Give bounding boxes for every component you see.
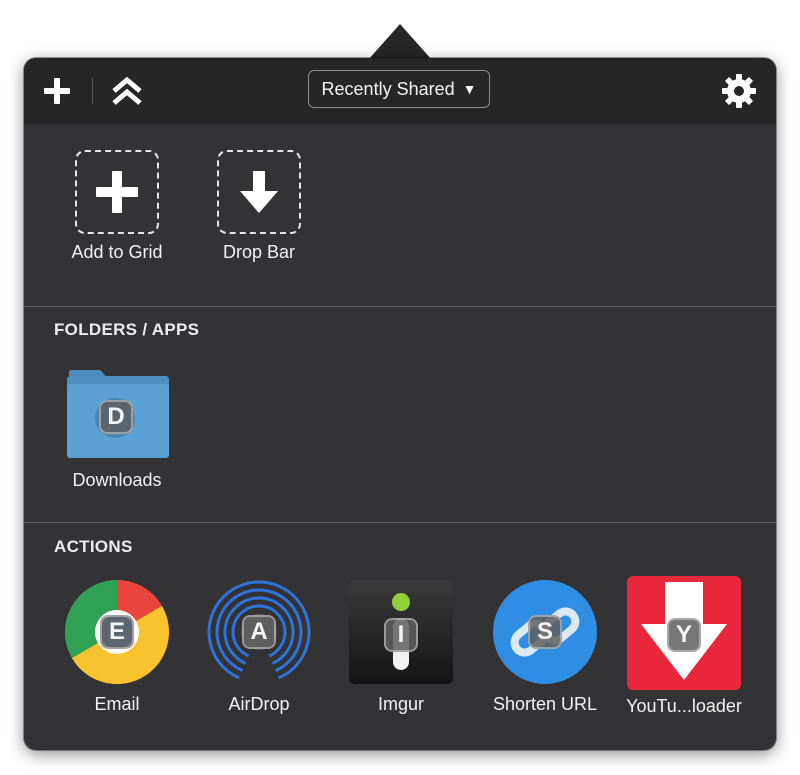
email-badge: E <box>100 615 134 649</box>
caret-down-icon: ▼ <box>462 81 477 97</box>
downloads-badge: D <box>99 400 133 434</box>
gear-icon <box>722 74 756 108</box>
link-icon: S <box>491 578 599 686</box>
add-to-grid-box <box>75 150 159 234</box>
folders-section-title: FOLDERS / APPS <box>54 320 200 339</box>
plus-icon <box>96 171 138 213</box>
shorten-url-badge: S <box>528 615 562 649</box>
shelf-popover: Recently Shared ▼ Add to Grid Drop Bar F… <box>24 58 776 750</box>
collapse-button[interactable] <box>108 74 146 108</box>
imgur-label: Imgur <box>377 694 424 714</box>
add-button[interactable] <box>40 74 74 108</box>
dropdown-label: Recently Shared <box>321 78 455 99</box>
add-to-grid-tile[interactable]: Add to Grid <box>57 150 177 263</box>
shorten-url-action-tile[interactable]: S Shorten URL <box>483 578 607 715</box>
double-chevron-up-icon <box>112 76 142 105</box>
popover-arrow <box>368 24 432 60</box>
imgur-icon: I <box>347 578 455 686</box>
airdrop-label: AirDrop <box>228 694 290 714</box>
settings-button[interactable] <box>720 72 758 110</box>
imgur-action-tile[interactable]: I Imgur <box>341 578 461 715</box>
add-to-grid-label: Add to Grid <box>71 242 163 262</box>
actions-section-title: ACTIONS <box>54 537 133 556</box>
youtube-downloader-action-tile[interactable]: Y YouTu...loader <box>616 576 752 717</box>
youtube-downloader-icon: Y <box>627 576 741 690</box>
drop-bar-tile[interactable]: Drop Bar <box>199 150 319 263</box>
toolbar: Recently Shared ▼ <box>24 58 776 124</box>
downloads-folder-tile[interactable]: D Downloads <box>57 362 177 491</box>
section-divider <box>24 306 776 307</box>
imgur-badge: I <box>384 618 418 652</box>
youtube-downloader-label: YouTu...loader <box>626 696 742 716</box>
airdrop-action-tile[interactable]: A AirDrop <box>199 578 319 715</box>
plus-icon <box>44 78 70 104</box>
airdrop-icon: A <box>205 578 313 688</box>
airdrop-badge: A <box>242 615 276 649</box>
drop-bar-label: Drop Bar <box>222 242 296 262</box>
email-action-tile[interactable]: E Email <box>57 578 177 715</box>
youtube-downloader-badge: Y <box>667 618 701 652</box>
drop-bar-box <box>217 150 301 234</box>
view-mode-dropdown[interactable]: Recently Shared ▼ <box>308 70 490 108</box>
folder-icon: D <box>63 362 171 462</box>
shorten-url-label: Shorten URL <box>492 694 598 714</box>
toolbar-divider <box>92 78 93 104</box>
section-divider <box>24 522 776 523</box>
arrow-down-icon <box>240 171 278 213</box>
downloads-label: Downloads <box>72 470 162 490</box>
email-label: Email <box>94 694 140 714</box>
chrome-icon: E <box>63 578 171 686</box>
